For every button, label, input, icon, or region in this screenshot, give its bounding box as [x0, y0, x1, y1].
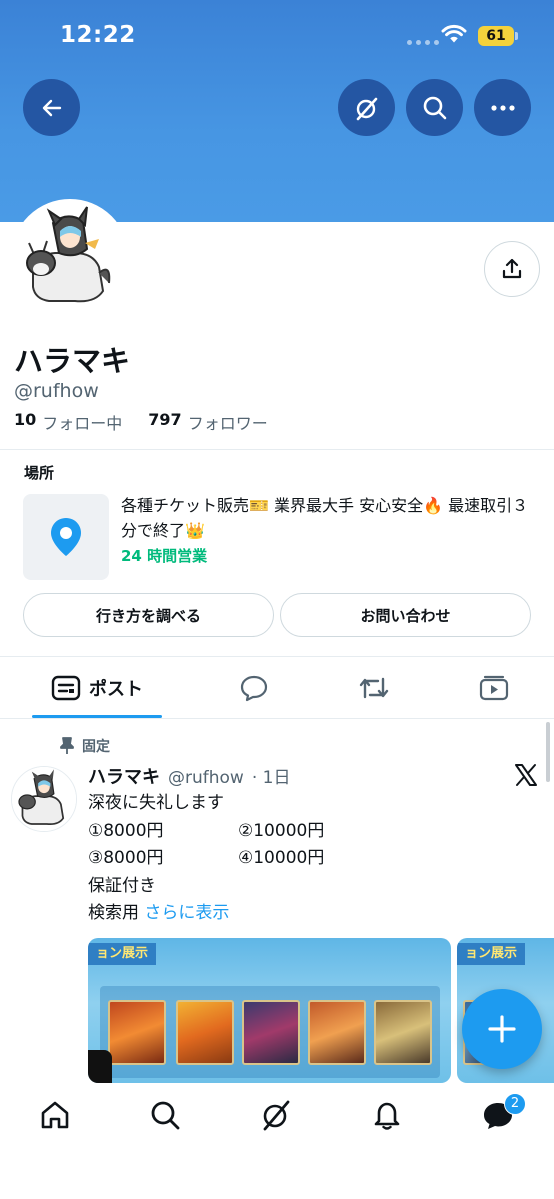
- search-icon: [423, 96, 446, 119]
- wifi-icon: [441, 24, 467, 43]
- price-item: ①8000円: [88, 820, 164, 841]
- location-title: 場所: [24, 464, 55, 482]
- followers-count[interactable]: 797: [148, 410, 181, 434]
- scroll-indicator: [546, 722, 550, 782]
- more-icon: [490, 104, 515, 111]
- x-logo-icon[interactable]: [514, 763, 538, 787]
- pinned-label: 固定: [82, 739, 110, 755]
- battery-tip: [515, 32, 518, 40]
- media-card: [374, 1000, 432, 1065]
- directions-button[interactable]: 行き方を調べる: [23, 593, 274, 637]
- show-more-link[interactable]: さらに表示: [144, 903, 229, 923]
- signal-icon: [407, 40, 439, 45]
- map-pin-icon: [51, 518, 81, 556]
- nav-grok[interactable]: [256, 1095, 296, 1135]
- tab-posts[interactable]: ポスト: [32, 660, 162, 716]
- repost-icon: [359, 677, 389, 699]
- post-text: 深夜に失礼します ①8000円 ②10000円 ③8000円 ④10000円 保…: [88, 790, 324, 928]
- profile-tabs: ポスト: [0, 660, 554, 718]
- following-label[interactable]: フォロー中: [42, 410, 122, 434]
- pinned-label-row: 固定: [60, 736, 110, 756]
- media-banner-text: ョン展示: [457, 943, 526, 965]
- notifications-icon: [374, 1102, 400, 1130]
- post-line-text: 検索用: [88, 903, 139, 923]
- location-hours: 24 時間営業: [121, 547, 208, 565]
- post-media-image[interactable]: ョン展示: [88, 938, 451, 1083]
- media-card: [108, 1000, 166, 1065]
- tab-replies[interactable]: [234, 660, 274, 716]
- grok-button[interactable]: [338, 79, 395, 136]
- post-author-name[interactable]: ハラマキ: [88, 763, 160, 789]
- nav-notifications[interactable]: [367, 1095, 407, 1135]
- post-author-handle[interactable]: @rufhow: [168, 768, 244, 788]
- price-item: ③8000円: [88, 848, 164, 868]
- search-button[interactable]: [406, 79, 463, 136]
- status-time: 12:22: [60, 22, 136, 48]
- reply-icon: [240, 675, 268, 702]
- share-button[interactable]: [484, 241, 540, 297]
- tab-reposts[interactable]: [354, 660, 394, 716]
- messages-badge: 2: [504, 1093, 526, 1115]
- post-line: ①8000円 ②10000円: [88, 818, 324, 846]
- post-line: ③8000円 ④10000円: [88, 845, 324, 873]
- tab-posts-label: ポスト: [89, 679, 143, 700]
- divider: [0, 656, 554, 657]
- media-overlay: [88, 1050, 112, 1083]
- home-icon: [41, 1101, 69, 1129]
- share-icon: [502, 258, 522, 279]
- post-line: 検索用 さらに表示: [88, 900, 324, 928]
- plus-icon: [488, 1015, 516, 1043]
- pin-icon: [60, 737, 74, 754]
- follow-stats: 10 フォロー中 797 フォロワー: [14, 410, 268, 434]
- posts-icon: [51, 675, 81, 701]
- nav-home[interactable]: [35, 1095, 75, 1135]
- post-time: · 1日: [251, 768, 291, 788]
- media-card: [242, 1000, 300, 1065]
- arrow-left-icon: [42, 99, 61, 116]
- media-banner-text: ョン展示: [88, 943, 157, 965]
- search-icon: [151, 1101, 180, 1130]
- post-header: ハラマキ @rufhow · 1日: [88, 763, 290, 789]
- post-line: 深夜に失礼します: [88, 793, 224, 813]
- tab-media[interactable]: [474, 660, 514, 716]
- avatar-illustration: [15, 203, 125, 313]
- following-count[interactable]: 10: [14, 410, 36, 434]
- contact-button[interactable]: お問い合わせ: [280, 593, 531, 637]
- nav-search[interactable]: [145, 1095, 185, 1135]
- post-line: 保証付き: [88, 875, 156, 896]
- post-avatar[interactable]: [11, 766, 77, 832]
- divider: [0, 718, 554, 719]
- compose-button[interactable]: [462, 989, 542, 1069]
- profile-handle: @rufhow: [14, 380, 99, 402]
- media-icon: [479, 675, 509, 701]
- avatar-illustration: [12, 767, 76, 831]
- grok-icon: [263, 1100, 290, 1131]
- location-description: 各種チケット販売🎫 業界最大手 安心安全🔥 最速取引３分で終了👑: [121, 496, 529, 540]
- profile-name: ハラマキ: [14, 344, 131, 378]
- profile-avatar[interactable]: [11, 199, 129, 317]
- media-card: [176, 1000, 234, 1065]
- bottom-nav: [0, 1083, 554, 1199]
- price-item: ④10000円: [238, 848, 325, 868]
- followers-label[interactable]: フォロワー: [188, 410, 268, 434]
- back-button[interactable]: [23, 79, 80, 136]
- location-map[interactable]: [23, 494, 109, 580]
- price-item: ②10000円: [238, 820, 325, 841]
- grok-icon: [356, 97, 377, 120]
- battery-indicator: 61: [478, 26, 514, 46]
- status-bar: 12:22 61: [0, 0, 554, 70]
- divider: [0, 449, 554, 450]
- more-button[interactable]: [474, 79, 531, 136]
- media-card: [308, 1000, 366, 1065]
